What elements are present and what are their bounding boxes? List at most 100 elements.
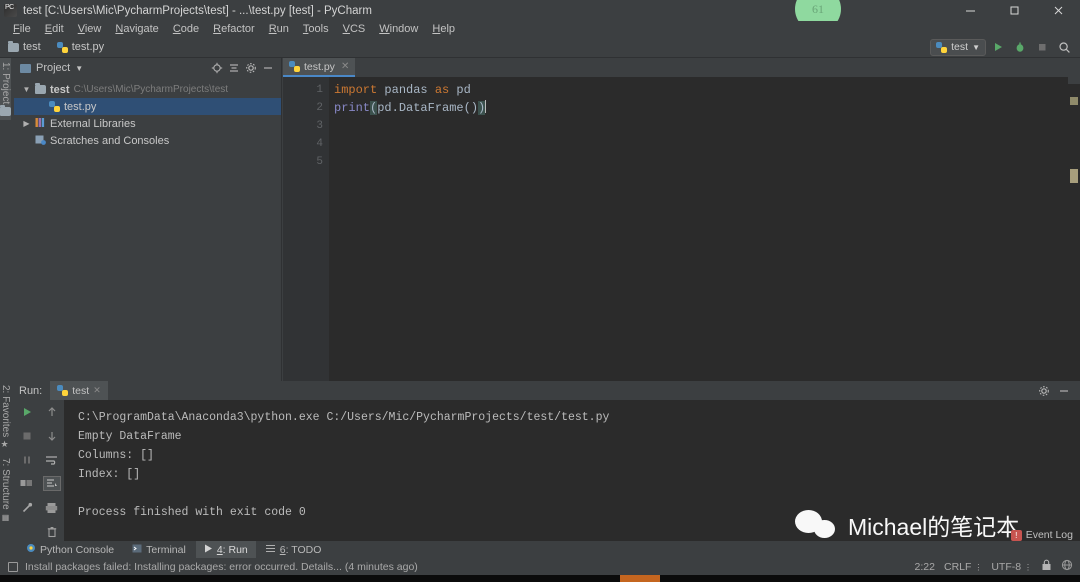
code-line[interactable]: print(pd.DataFrame())	[329, 99, 1080, 117]
lock-icon[interactable]	[1041, 559, 1052, 574]
run-configuration-selector[interactable]: test ▼	[930, 39, 986, 56]
menu-item-navigate[interactable]: Navigate	[108, 21, 165, 37]
menu-item-vcs[interactable]: VCS	[336, 21, 373, 37]
tree-node-label: External Libraries	[50, 118, 136, 130]
tree-node-label: Scratches and Consoles	[50, 135, 169, 147]
stop-icon[interactable]	[18, 428, 36, 443]
tree-node-test-py[interactable]: test.py	[14, 98, 281, 115]
pause-icon[interactable]	[18, 452, 36, 467]
editor-tab-label: test.py	[304, 61, 335, 73]
minimize-button[interactable]	[948, 0, 992, 21]
menu-item-tools[interactable]: Tools	[296, 21, 336, 37]
file-encoding[interactable]: UTF-8 ⋮	[991, 561, 1032, 573]
caret-position[interactable]: 2:22	[915, 561, 935, 573]
code-line[interactable]: import pandas as pd	[329, 81, 1080, 99]
close-icon[interactable]: ✕	[341, 61, 349, 72]
sidebar-tab-structure[interactable]: 7: Structure ▦	[0, 454, 11, 526]
tool-window-bar: Python Console Terminal 4: Run6: TODO	[0, 541, 1080, 558]
collapse-all-icon[interactable]	[226, 60, 242, 76]
todo-icon	[266, 544, 276, 556]
notification-icon[interactable]	[8, 562, 18, 572]
tree-node-external-libraries[interactable]: ▶ External Libraries	[14, 115, 281, 132]
tree-node-test[interactable]: ▼testC:\Users\Mic\PycharmProjects\test	[14, 81, 281, 98]
gear-icon[interactable]	[1036, 383, 1052, 399]
code-content[interactable]: import pandas as pdprint(pd.DataFrame())	[329, 77, 1080, 381]
maximize-button[interactable]	[992, 0, 1036, 21]
menu-item-help[interactable]: Help	[425, 21, 462, 37]
up-arrow-icon[interactable]	[43, 404, 61, 419]
breadcrumb-item-project[interactable]: test	[0, 41, 49, 53]
window-title: test [C:\Users\Mic\PycharmProjects\test]…	[23, 5, 372, 17]
tree-expander-icon[interactable]: ▼	[22, 85, 31, 94]
line-number-gutter: 12345	[283, 77, 329, 381]
run-panel-header: Run: test ✕	[14, 381, 1080, 400]
taskbar-item-active[interactable]	[620, 575, 660, 582]
event-log-button[interactable]: ! Event Log	[1011, 529, 1073, 541]
pycharm-window: test [C:\Users\Mic\PycharmProjects\test]…	[0, 0, 1080, 582]
python-file-icon	[49, 101, 60, 112]
structure-tab-label: 7: Structure	[0, 458, 11, 510]
locate-target-icon[interactable]	[209, 60, 225, 76]
folder-icon	[0, 107, 11, 116]
tree-expander-icon[interactable]: ▶	[22, 119, 31, 128]
wechat-icon	[795, 510, 839, 540]
gear-icon[interactable]	[243, 60, 259, 76]
code-marker	[1070, 169, 1078, 183]
run-icon[interactable]	[988, 38, 1008, 56]
code-line[interactable]	[329, 117, 1080, 135]
menu-bar: FileEditViewNavigateCodeRefactorRunTools…	[0, 21, 1080, 37]
menu-item-refactor[interactable]: Refactor	[206, 21, 262, 37]
globe-icon[interactable]	[1061, 559, 1073, 574]
line-separator[interactable]: CRLF ⋮	[944, 561, 982, 573]
code-line[interactable]	[329, 135, 1080, 153]
close-icon[interactable]: ✕	[93, 385, 101, 396]
toolbar-actions: test ▼	[930, 38, 1080, 56]
favorites-tab-label: 2: Favorites	[0, 385, 11, 437]
sidebar-tab-project[interactable]: 1: Project	[0, 58, 11, 120]
trash-icon[interactable]	[43, 524, 61, 539]
editor-tab-test-py[interactable]: test.py ✕	[283, 58, 355, 77]
menu-item-run[interactable]: Run	[262, 21, 296, 37]
search-icon[interactable]	[1054, 38, 1074, 56]
hide-icon[interactable]	[260, 60, 276, 76]
sidebar-tab-favorites[interactable]: 2: Favorites ★	[0, 381, 11, 454]
chevron-down-icon[interactable]: ▼	[75, 64, 83, 73]
pin-icon[interactable]	[18, 500, 36, 515]
menu-item-view[interactable]: View	[71, 21, 109, 37]
scroll-to-end-icon[interactable]	[43, 476, 61, 491]
stop-icon[interactable]	[1032, 38, 1052, 56]
menu-item-code[interactable]: Code	[166, 21, 206, 37]
library-icon	[35, 117, 46, 131]
breadcrumb-item-file[interactable]: test.py	[49, 41, 112, 53]
soft-wrap-icon[interactable]	[43, 452, 61, 467]
run-tab-test[interactable]: test ✕	[50, 381, 107, 400]
line-number: 5	[283, 153, 329, 171]
python-file-icon	[289, 61, 300, 72]
layout-icon[interactable]	[18, 476, 36, 491]
down-arrow-icon[interactable]	[43, 428, 61, 443]
close-button[interactable]	[1036, 0, 1080, 21]
tool-window-button-terminal[interactable]: Terminal	[124, 541, 194, 558]
tool-window-label: Terminal	[146, 544, 186, 556]
tool-window-button-python-console[interactable]: Python Console	[18, 541, 122, 558]
rerun-icon[interactable]	[18, 404, 36, 419]
folder-icon	[35, 85, 46, 94]
menu-item-file[interactable]: File	[6, 21, 38, 37]
code-line[interactable]	[329, 153, 1080, 171]
star-icon: ★	[1, 440, 11, 450]
status-message[interactable]: Install packages failed: Installing pack…	[25, 561, 418, 573]
tool-window-button-todo[interactable]: 6: TODO	[258, 541, 330, 558]
print-icon[interactable]	[43, 500, 61, 515]
editor-scrollbar[interactable]	[1068, 77, 1080, 381]
pycharm-logo-icon	[4, 4, 17, 17]
line-number: 1	[283, 81, 329, 99]
tool-window-button-run[interactable]: 4: Run	[196, 541, 256, 558]
hide-icon[interactable]	[1056, 383, 1072, 399]
menu-item-window[interactable]: Window	[372, 21, 425, 37]
debug-icon[interactable]	[1010, 38, 1030, 56]
watermark-text: Michael的笔记本	[848, 508, 1019, 542]
inspection-stripe[interactable]	[1068, 77, 1080, 84]
tree-node-scratches-and-consoles[interactable]: Scratches and Consoles	[14, 132, 281, 149]
menu-item-edit[interactable]: Edit	[38, 21, 71, 37]
event-log-label: Event Log	[1026, 529, 1073, 541]
